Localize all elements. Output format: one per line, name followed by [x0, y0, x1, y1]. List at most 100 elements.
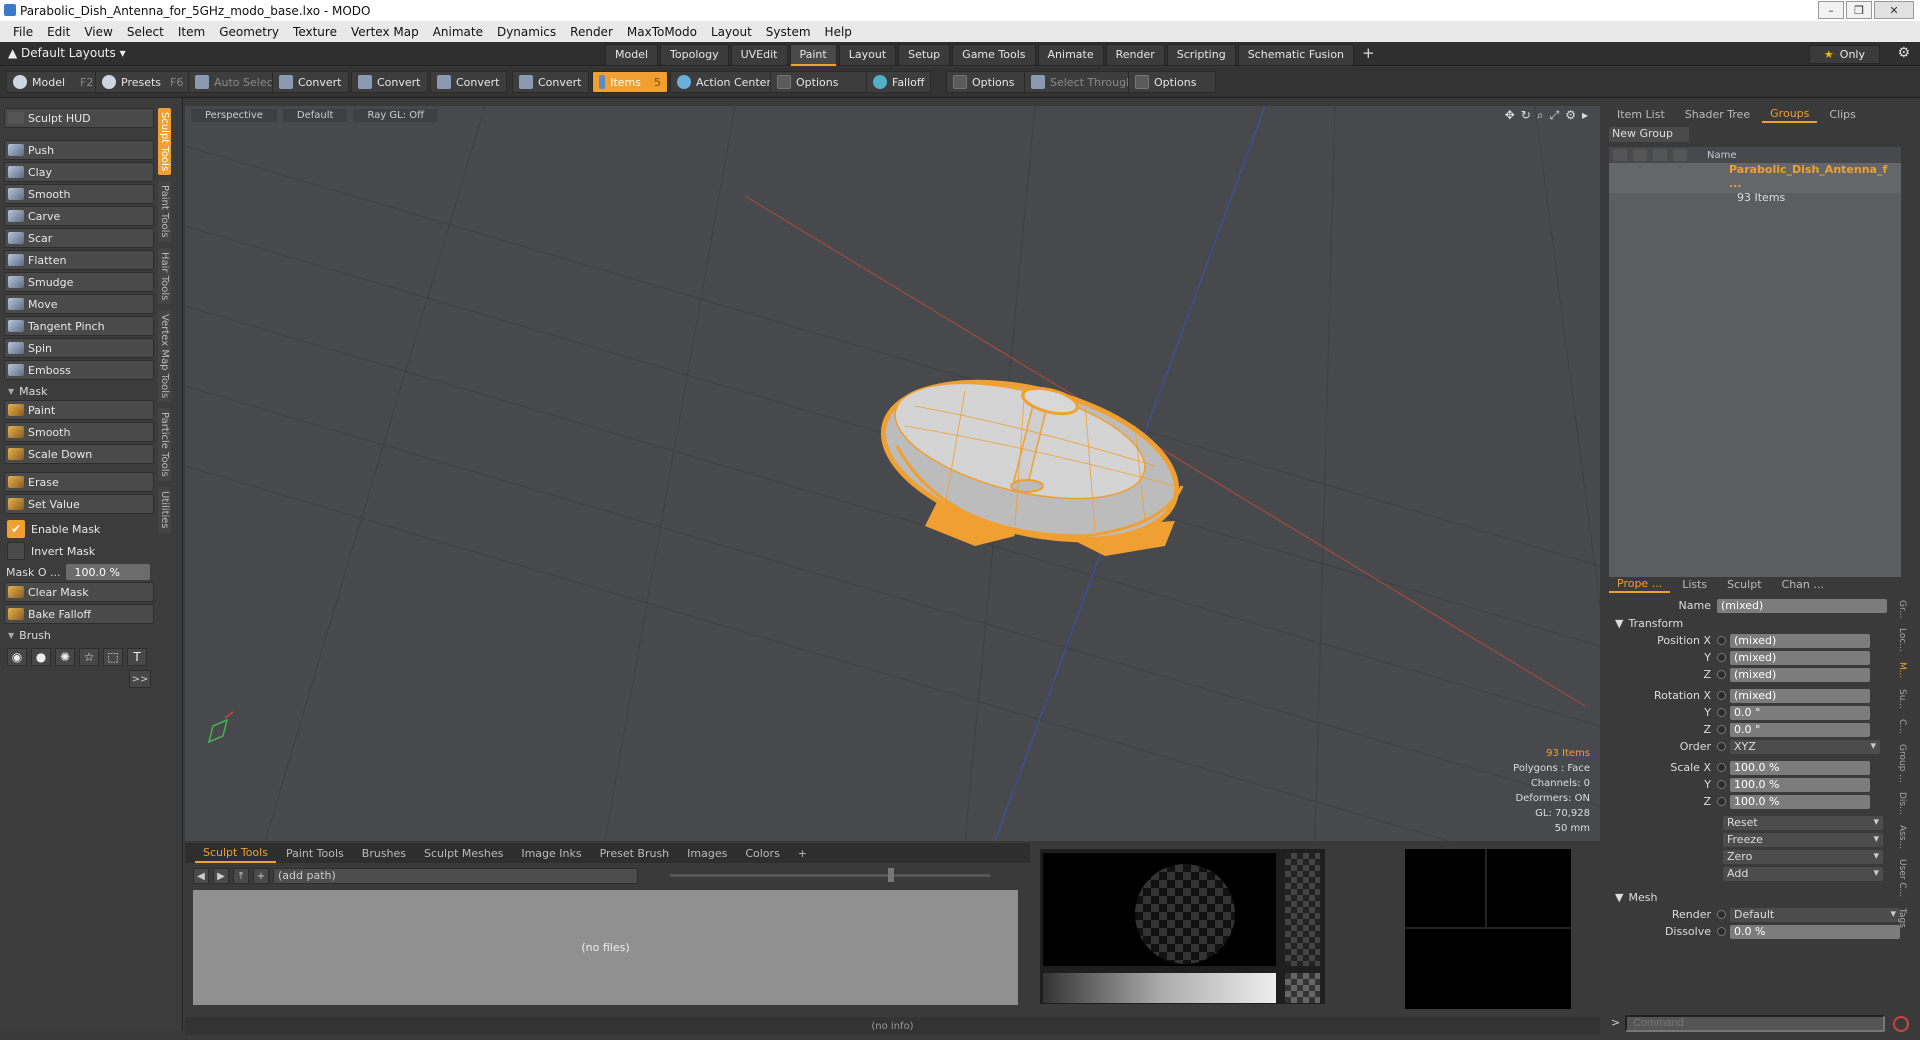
btab-paint-tools[interactable]: Paint Tools	[278, 845, 352, 862]
tool-smooth[interactable]: Smooth	[4, 184, 154, 204]
menu-animate[interactable]: Animate	[426, 25, 490, 39]
dish-antenna-model[interactable]	[867, 355, 1193, 567]
mask-tool-paint[interactable]: Paint	[4, 400, 154, 420]
menu-view[interactable]: View	[77, 25, 119, 39]
menu-geometry[interactable]: Geometry	[212, 25, 286, 39]
minimize-icon[interactable]: –	[1818, 1, 1844, 19]
command-history-icon[interactable]	[1893, 1016, 1909, 1032]
menu-system[interactable]: System	[759, 25, 818, 39]
add-tab-icon[interactable]: +	[790, 845, 815, 862]
tool-scar[interactable]: Scar	[4, 228, 154, 248]
scale-z-field[interactable]: 100.0 %	[1730, 794, 1870, 809]
rotate-icon[interactable]: ↻	[1521, 108, 1531, 123]
side-tab-locators[interactable]: Loc...	[1897, 628, 1907, 652]
keyframe-dot[interactable]	[1717, 636, 1726, 645]
menu-vertex-map[interactable]: Vertex Map	[344, 25, 426, 39]
add-tab-icon[interactable]: +	[1356, 44, 1381, 66]
tab-schematic-fusion[interactable]: Schematic Fusion	[1237, 44, 1355, 66]
tool-push[interactable]: Push	[4, 140, 154, 160]
tab-sculpt-tools[interactable]: Sculpt Tools	[158, 108, 171, 176]
tool-move[interactable]: Move	[4, 294, 154, 314]
rotation-y-field[interactable]: 0.0 °	[1730, 705, 1870, 720]
pan-icon[interactable]: ✥	[1505, 108, 1515, 123]
select-through-button[interactable]: Select Through	[1024, 71, 1141, 93]
action-center-button[interactable]: Action Center	[670, 71, 778, 93]
side-tab-group[interactable]: Group ...	[1897, 744, 1907, 783]
clear-mask-button[interactable]: Clear Mask	[4, 582, 154, 602]
dissolve-field[interactable]: 0.0 %	[1730, 924, 1900, 939]
tab-topology[interactable]: Topology	[660, 44, 729, 66]
group-row[interactable]: Parabolic_Dish_Antenna_f ... 93 Items	[1609, 163, 1901, 204]
maximize-icon[interactable]: ❐	[1846, 1, 1872, 19]
back-arrow-icon[interactable]: ◀	[193, 868, 209, 884]
side-tab-mesh[interactable]: M...	[1897, 662, 1907, 678]
keyframe-dot[interactable]	[1717, 670, 1726, 679]
shading-mode-dropdown[interactable]: Default	[282, 108, 348, 122]
falloff-button[interactable]: Falloff	[866, 71, 932, 93]
keyframe-dot[interactable]	[1717, 763, 1726, 772]
convert-button-1[interactable]: Convert	[272, 71, 349, 93]
menu-render[interactable]: Render	[563, 25, 620, 39]
text-brush-icon[interactable]: T	[127, 648, 147, 666]
gear-icon[interactable]: ⚙	[1897, 45, 1910, 61]
tab-scripting[interactable]: Scripting	[1166, 44, 1236, 66]
star-brush-icon[interactable]: ☆	[79, 648, 99, 666]
keyframe-dot[interactable]	[1717, 910, 1726, 919]
tab-paint[interactable]: Paint	[789, 44, 837, 66]
btab-images[interactable]: Images	[679, 845, 735, 862]
keyframe-dot[interactable]	[1717, 797, 1726, 806]
soft-brush-icon[interactable]: ◉	[7, 648, 27, 666]
freeze-dropdown[interactable]: Freeze	[1723, 832, 1883, 847]
tab-item-list[interactable]: Item List	[1609, 107, 1673, 122]
keyframe-dot[interactable]	[1717, 653, 1726, 662]
btab-sculpt-meshes[interactable]: Sculpt Meshes	[416, 845, 511, 862]
menu-file[interactable]: File	[6, 25, 40, 39]
mask-section-header[interactable]: ▼ Mask	[4, 382, 154, 400]
presets-button[interactable]: Presets F6	[95, 71, 191, 93]
items-button[interactable]: Items 5	[592, 71, 668, 93]
options-button-3[interactable]: Options	[1128, 71, 1216, 93]
tab-uvedit[interactable]: UVEdit	[730, 44, 788, 66]
tool-spin[interactable]: Spin	[4, 338, 154, 358]
model-button[interactable]: Model F2	[6, 71, 101, 93]
mask-tool-smooth[interactable]: Smooth	[4, 422, 154, 442]
mask-set-value-button[interactable]: Set Value	[4, 494, 154, 514]
slider-handle[interactable]	[888, 868, 894, 882]
auto-select-button[interactable]: Auto Select	[188, 71, 284, 93]
close-icon[interactable]: ✕	[1874, 1, 1914, 19]
custom-brush-icon[interactable]: ⬚	[103, 648, 123, 666]
btab-colors[interactable]: Colors	[737, 845, 787, 862]
up-folder-icon[interactable]: ⤒	[233, 868, 249, 884]
sculpt-hud-button[interactable]: Sculpt HUD	[4, 108, 154, 128]
position-x-field[interactable]: (mixed)	[1730, 633, 1870, 648]
convert-button-4[interactable]: Convert	[512, 71, 589, 93]
menu-edit[interactable]: Edit	[40, 25, 77, 39]
forward-arrow-icon[interactable]: ▶	[213, 868, 229, 884]
btab-image-inks[interactable]: Image Inks	[513, 845, 589, 862]
btab-brushes[interactable]: Brushes	[354, 845, 414, 862]
menu-help[interactable]: Help	[818, 25, 859, 39]
add-dropdown[interactable]: Add	[1723, 866, 1883, 881]
keyframe-dot[interactable]	[1717, 927, 1726, 936]
command-input[interactable]	[1625, 1015, 1885, 1032]
3d-viewport[interactable]: Perspective Default Ray GL: Off ✥ ↻ ⌕ ⤢ …	[185, 106, 1600, 841]
tab-model[interactable]: Model	[605, 44, 659, 66]
render-dropdown[interactable]: Default	[1730, 907, 1900, 922]
tab-setup[interactable]: Setup	[898, 44, 951, 66]
only-button[interactable]: ★ Only	[1808, 45, 1880, 64]
tool-flatten[interactable]: Flatten	[4, 250, 154, 270]
options-button-1[interactable]: Options	[770, 71, 870, 93]
position-y-field[interactable]: (mixed)	[1730, 650, 1870, 665]
side-tab-groups[interactable]: Gr...	[1897, 600, 1907, 618]
view-mode-dropdown[interactable]: Perspective	[191, 108, 277, 122]
tool-smudge[interactable]: Smudge	[4, 272, 154, 292]
viewport-menu-icon[interactable]: ▸	[1582, 108, 1588, 123]
btab-sculpt-tools[interactable]: Sculpt Tools	[195, 844, 276, 863]
rotation-x-field[interactable]: (mixed)	[1730, 688, 1870, 703]
tab-animate[interactable]: Animate	[1037, 44, 1104, 66]
keyframe-dot[interactable]	[1717, 708, 1726, 717]
add-path-icon[interactable]: +	[253, 868, 269, 884]
side-tab-c[interactable]: C...	[1897, 719, 1907, 734]
side-tab-surface[interactable]: Su...	[1897, 689, 1907, 709]
mask-opacity-field[interactable]: 100.0 %	[66, 564, 151, 580]
